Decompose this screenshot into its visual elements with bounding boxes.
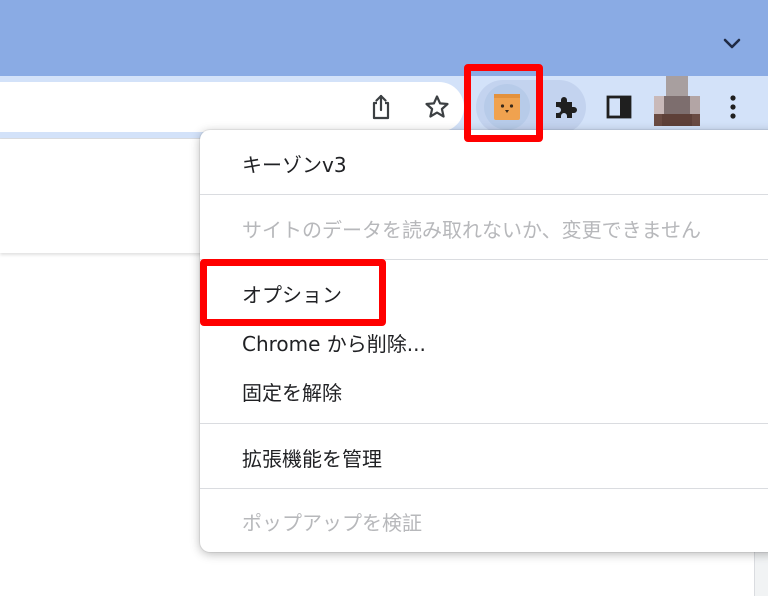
tab-strip [0, 0, 768, 76]
menu-inspect-popup-label: ポップアップを検証 [242, 510, 422, 535]
menu-remove-from-chrome[interactable]: Chrome から削除... [200, 318, 768, 366]
menu-separator [200, 259, 768, 260]
menu-separator [200, 423, 768, 424]
share-icon [372, 94, 390, 120]
extension-context-menu: キーゾンv3 サイトのデータを読み取れないか、変更できません オプション Chr… [200, 130, 768, 552]
extensions-button[interactable] [546, 88, 584, 126]
menu-extension-name[interactable]: キーゾンv3 [200, 139, 768, 187]
menu-options-label: オプション [242, 282, 342, 307]
profile-avatar[interactable] [654, 76, 700, 126]
menu-unpin-label: 固定を解除 [242, 380, 342, 405]
avatar-icon [654, 76, 700, 126]
menu-remove-label: Chrome から削除... [242, 331, 426, 356]
menu-permission-note: サイトのデータを読み取れないか、変更できません [200, 204, 768, 252]
menu-inspect-popup: ポップアップを検証 [200, 497, 768, 545]
menu-manage-label: 拡張機能を管理 [242, 446, 382, 471]
menu-extension-name-label: キーゾンv3 [242, 152, 347, 177]
bookmark-star-button[interactable] [418, 88, 456, 126]
tab-search-button[interactable] [714, 28, 750, 60]
menu-permission-note-label: サイトのデータを読み取れないか、変更できません [242, 217, 701, 242]
menu-unpin[interactable]: 固定を解除 [200, 367, 768, 415]
extension-danbo-icon [494, 94, 520, 120]
menu-manage-extensions[interactable]: 拡張機能を管理 [200, 433, 768, 481]
menu-options[interactable]: オプション [200, 269, 768, 317]
menu-separator [200, 488, 768, 489]
kebab-menu-icon [730, 95, 736, 119]
extension-danbo-button[interactable] [484, 84, 530, 130]
chevron-down-icon [723, 38, 741, 49]
side-panel-button[interactable] [600, 88, 638, 126]
menu-separator [200, 194, 768, 195]
side-panel-icon [606, 95, 632, 119]
share-button[interactable] [362, 88, 400, 126]
star-icon [425, 95, 449, 118]
puzzle-icon [556, 97, 577, 118]
chrome-menu-button[interactable] [716, 88, 750, 126]
toolbar [0, 76, 768, 138]
page-panel [0, 139, 210, 253]
browser-window: キーゾンv3 サイトのデータを読み取れないか、変更できません オプション Chr… [0, 0, 768, 596]
